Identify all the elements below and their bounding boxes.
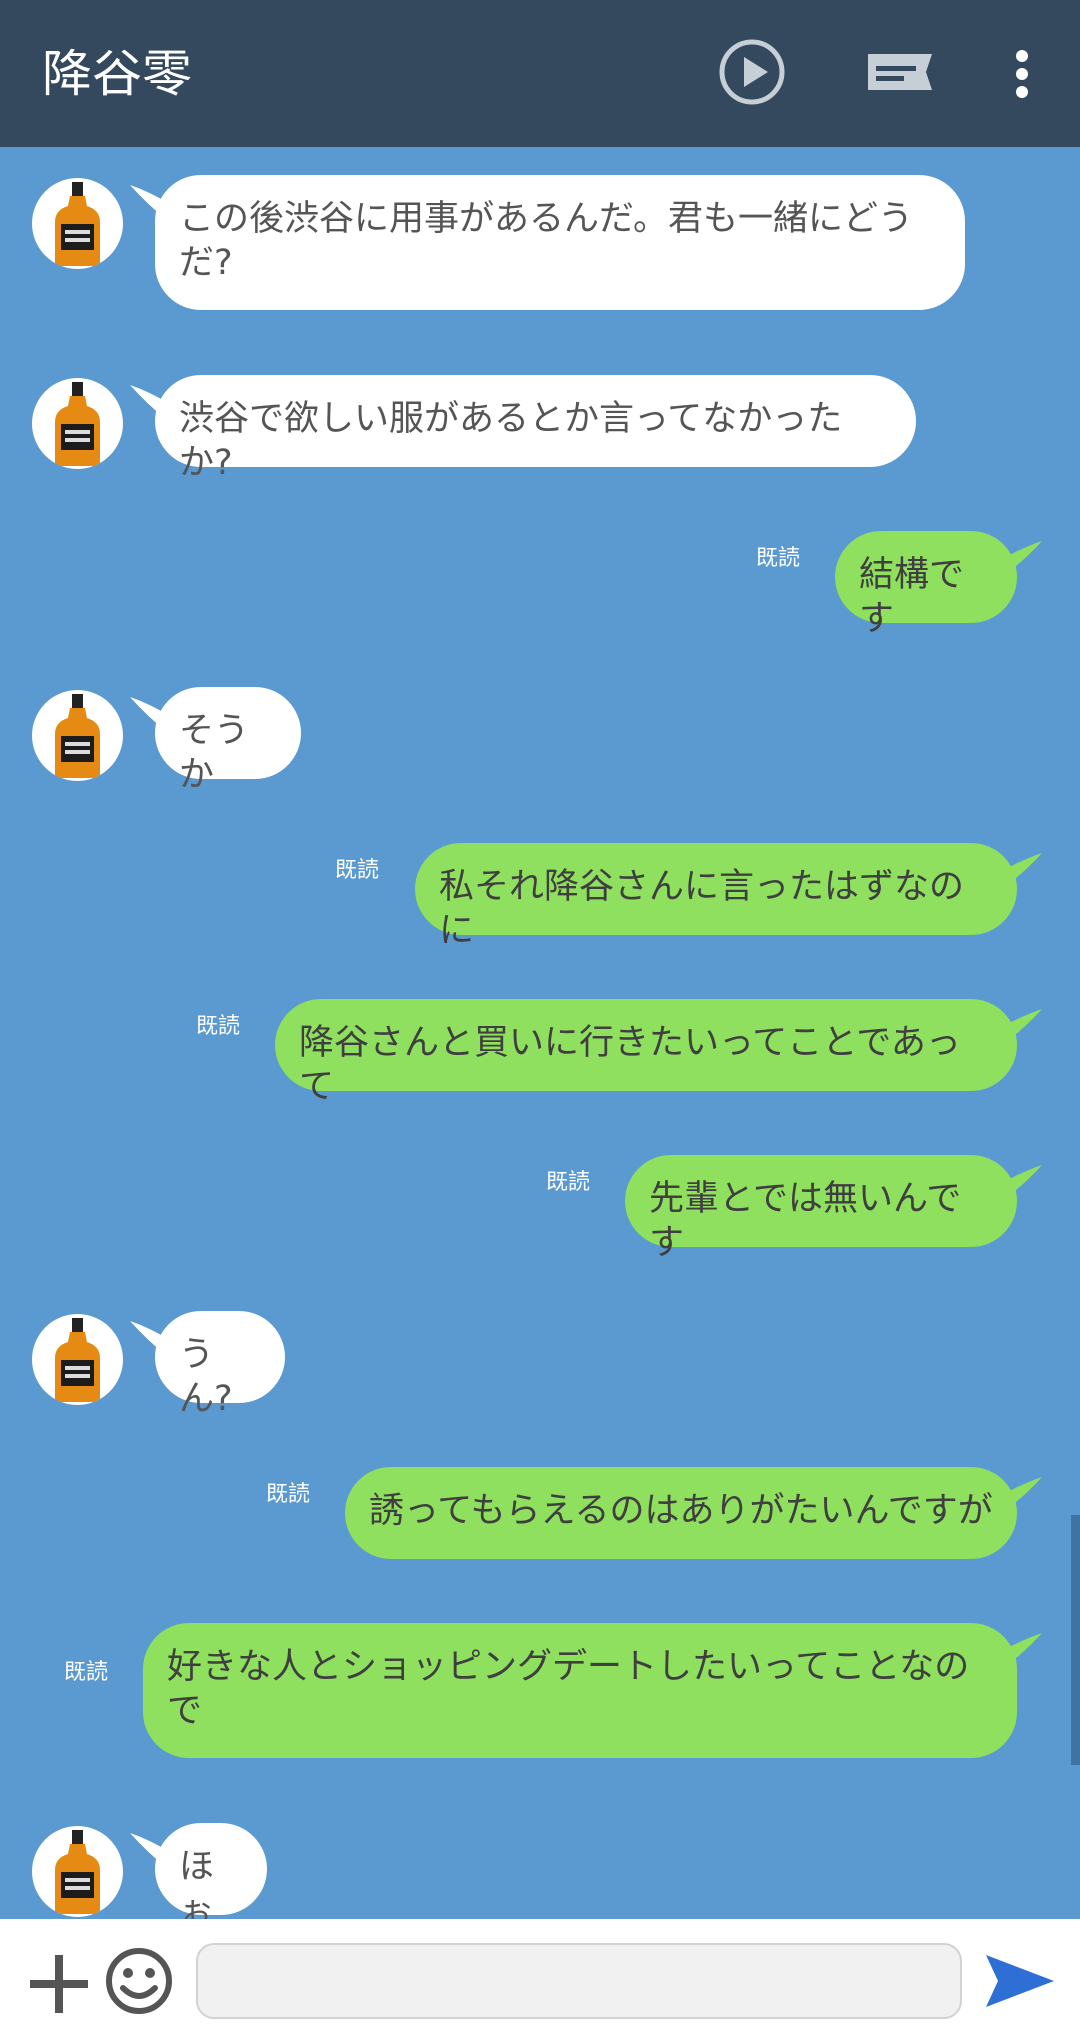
message-text: そうか [179,711,250,795]
plus-icon[interactable] [28,1953,90,2015]
read-receipt: 既読 [756,546,801,571]
avatar[interactable] [32,378,123,469]
message-bubble[interactable]: 誘ってもらえるのはありがたいんですが [345,1467,1017,1559]
message-text: 渋谷で欲しい服があるとか言ってなかったか? [179,399,843,483]
message-text: 誘ってもらえるのはありがたいんですが [369,1491,993,1531]
message-bubble[interactable]: そうか [155,687,301,795]
chat-header: 降谷零 [0,0,1080,147]
input-bar [0,1919,1080,2041]
read-receipt: 既読 [546,1170,591,1195]
avatar[interactable] [32,1826,123,1917]
message-bubble[interactable]: 降谷さんと買いに行きたいってことであって [275,999,1017,1107]
bubble-tail [1002,1477,1042,1513]
message-text: 降谷さんと買いに行きたいってことであって [299,1023,961,1107]
message-bubble[interactable]: 結構です [835,531,1017,639]
message-text: ほぉ [179,1847,215,1919]
message-text: で [167,1691,203,1731]
read-receipt: 既読 [335,858,380,883]
message-bubble[interactable]: うん? [155,1311,285,1419]
keyboard-icon[interactable] [864,50,936,98]
more-vert-icon[interactable] [1010,48,1034,100]
whisky-bottle-icon [55,382,100,466]
send-icon[interactable] [984,1951,1056,2011]
bubble-tail [1002,853,1042,889]
read-receipt: 既読 [196,1014,241,1039]
bubble-tail [1002,1633,1042,1669]
avatar[interactable] [32,178,123,269]
message-text: この後渋谷に用事があるんだ。君も一緒にどう [179,199,913,239]
avatar[interactable] [32,690,123,781]
message-bubble[interactable]: 先輩とでは無いんです [625,1155,1017,1263]
message-list[interactable]: この後渋谷に用事があるんだ。君も一緒にどう だ? 渋谷で欲しい服があるとか言って… [0,147,1080,1919]
emoji-icon[interactable] [104,1946,174,2016]
read-receipt: 既読 [266,1482,311,1507]
chat-title: 降谷零 [42,45,192,103]
message-bubble[interactable]: ほぉ [155,1823,267,1919]
message-text: 好きな人とショッピングデートしたいってことなの [167,1647,970,1687]
bubble-tail [1002,1165,1042,1201]
message-text: だ? [179,243,233,283]
whisky-bottle-icon [55,1318,100,1402]
message-bubble[interactable]: 好きな人とショッピングデートしたいってことなの で [143,1623,1017,1758]
bubble-tail [1002,1009,1042,1045]
message-bubble[interactable]: この後渋谷に用事があるんだ。君も一緒にどう だ? [155,175,965,310]
bubble-tail [1002,541,1042,577]
message-text: 先輩とでは無いんです [649,1179,962,1263]
whisky-bottle-icon [55,182,100,266]
read-receipt: 既読 [64,1660,109,1685]
message-text: 結構です [859,555,965,639]
message-text: 私それ降谷さんに言ったはずなのに [439,867,965,951]
whisky-bottle-icon [55,694,100,778]
message-bubble[interactable]: 渋谷で欲しい服があるとか言ってなかったか? [155,375,916,483]
message-bubble[interactable]: 私それ降谷さんに言ったはずなのに [415,843,1017,951]
avatar[interactable] [32,1314,123,1405]
message-text: うん? [179,1335,233,1419]
play-circle-icon[interactable] [718,38,786,106]
whisky-bottle-icon [55,1830,100,1914]
scrollbar[interactable] [1071,1515,1080,1765]
message-input[interactable] [196,1943,962,2019]
